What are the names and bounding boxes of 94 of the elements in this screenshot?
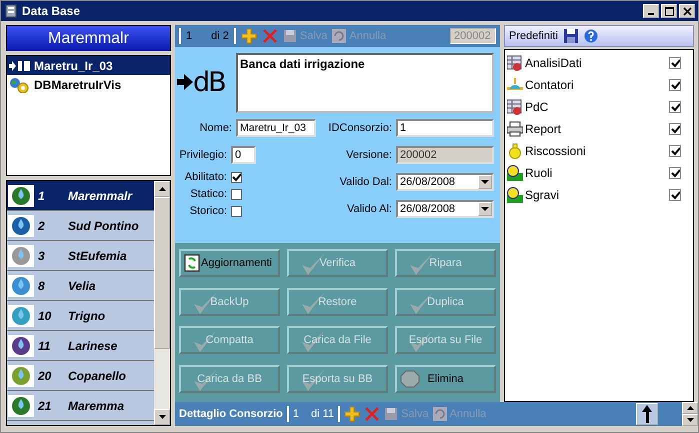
checkbox[interactable] xyxy=(669,145,681,157)
date-picker[interactable]: 26/08/2008 xyxy=(396,200,494,218)
table-chart-icon xyxy=(507,55,523,71)
spin-buttons[interactable] xyxy=(682,402,698,426)
checkbox-label: Abilitato: xyxy=(184,171,227,183)
consorzio-row[interactable]: 11 Larinese xyxy=(7,331,154,361)
logo-icon xyxy=(8,244,34,266)
name-field[interactable]: Maretru_Ir_03 xyxy=(236,119,316,137)
up-arrow-button[interactable] xyxy=(636,403,658,425)
checkbox[interactable] xyxy=(231,172,242,182)
field-label: Valido Al: xyxy=(346,203,392,215)
list-item[interactable]: Contatori xyxy=(525,78,667,92)
dropdown-arrow-icon[interactable] xyxy=(481,180,489,184)
checkbox[interactable] xyxy=(231,206,242,216)
checkbox-label: Storico: xyxy=(188,205,227,217)
date-picker[interactable]: 26/08/2008 xyxy=(396,173,494,191)
checkbox[interactable] xyxy=(231,188,242,200)
panel-title: Predefiniti xyxy=(509,30,558,42)
scrollbar[interactable] xyxy=(154,181,170,425)
down-arrow-icon[interactable] xyxy=(158,415,166,419)
list-item[interactable]: Sgravi xyxy=(525,188,667,202)
money-bag-icon xyxy=(507,143,523,159)
field-label: Privilegio: xyxy=(178,149,227,161)
section-title: Dettaglio Consorzio xyxy=(179,408,283,420)
window-title: Data Base xyxy=(22,4,80,18)
consorzio-row[interactable]: 21 Maremma xyxy=(7,391,154,421)
tree-item[interactable]: DBMaretruIrVis xyxy=(7,75,170,94)
table-chart-icon xyxy=(507,99,523,115)
consorzio-row[interactable]: 2 Sud Pontino xyxy=(7,211,154,241)
idconsorzio-field[interactable]: 1 xyxy=(396,119,494,137)
record-number: 1 xyxy=(292,408,300,420)
privilege-field[interactable]: 0 xyxy=(231,146,256,164)
checkbox[interactable] xyxy=(669,57,681,69)
consorzio-row[interactable]: 20 Copanello xyxy=(7,361,154,391)
list-item[interactable]: Report xyxy=(525,122,667,136)
save-icon[interactable] xyxy=(564,29,578,43)
logo-icon xyxy=(8,214,34,236)
record-count: di 11 xyxy=(311,408,334,420)
tree-item[interactable]: Maretru_Ir_03 xyxy=(7,56,170,75)
logo-icon xyxy=(8,364,34,386)
action-button[interactable]: Aggiornamenti xyxy=(179,249,280,277)
list-item[interactable]: AnalisiDati xyxy=(525,56,667,70)
globe-gear-icon xyxy=(9,76,31,92)
consorzio-row[interactable]: 8 Velia xyxy=(7,271,154,301)
coin-stack-icon xyxy=(507,187,523,203)
refresh-icon xyxy=(184,254,200,272)
list-item[interactable]: Riscossioni xyxy=(525,144,667,158)
consorzio-row[interactable]: 3 StEufemia xyxy=(7,241,154,271)
db-logo: dB xyxy=(177,66,233,98)
database-icon xyxy=(4,4,18,18)
description-field[interactable]: Banca dati irrigazione xyxy=(236,53,494,113)
logo-icon xyxy=(8,274,34,296)
close-icon xyxy=(682,6,692,16)
field-label: Valido Dal: xyxy=(338,176,392,188)
consorzio-row[interactable]: 10 Trigno xyxy=(7,301,154,331)
record-number: 1 xyxy=(186,30,192,42)
dropdown-arrow-icon[interactable] xyxy=(481,207,489,211)
undo-icon xyxy=(432,407,447,421)
maximize-icon xyxy=(664,6,674,16)
checkbox[interactable] xyxy=(669,189,681,201)
checkbox[interactable] xyxy=(669,167,681,179)
floppy-icon xyxy=(282,29,297,43)
minimize-button[interactable] xyxy=(643,4,659,18)
up-arrow-icon[interactable] xyxy=(158,187,166,191)
action-button[interactable]: Elimina xyxy=(395,364,496,392)
printer-icon xyxy=(507,121,523,137)
help-icon[interactable] xyxy=(584,29,598,43)
list-item[interactable]: Ruoli xyxy=(525,166,667,180)
up-arrow-icon xyxy=(642,405,652,423)
undo-icon xyxy=(332,29,346,43)
logo-icon xyxy=(8,304,34,326)
checkbox[interactable] xyxy=(669,79,681,91)
record-count: di 2 xyxy=(211,30,229,42)
down-arrow-icon[interactable] xyxy=(686,418,694,422)
logo-icon xyxy=(8,334,34,356)
checkbox-label: Statico: xyxy=(189,188,227,200)
list-item[interactable]: PdC xyxy=(525,100,667,114)
checkbox[interactable] xyxy=(669,101,681,113)
up-arrow-icon[interactable] xyxy=(686,406,694,410)
close-button[interactable] xyxy=(679,4,695,18)
field-label: Versione: xyxy=(345,149,392,161)
floppy-icon xyxy=(384,407,398,421)
db-icon xyxy=(9,60,31,72)
consorzio-row[interactable]: 1 Maremmalr xyxy=(7,181,154,211)
octagon-icon xyxy=(400,370,420,388)
database-header: Maremmalr xyxy=(6,25,171,51)
field-label: IDConsorzio: xyxy=(327,122,392,134)
coin-stack-icon xyxy=(507,165,523,181)
logo-icon xyxy=(8,394,34,416)
logo-icon xyxy=(8,184,34,206)
field-label: Nome: xyxy=(198,122,232,134)
maximize-button[interactable] xyxy=(661,4,677,18)
valve-icon xyxy=(507,77,523,93)
checkbox[interactable] xyxy=(669,123,681,135)
